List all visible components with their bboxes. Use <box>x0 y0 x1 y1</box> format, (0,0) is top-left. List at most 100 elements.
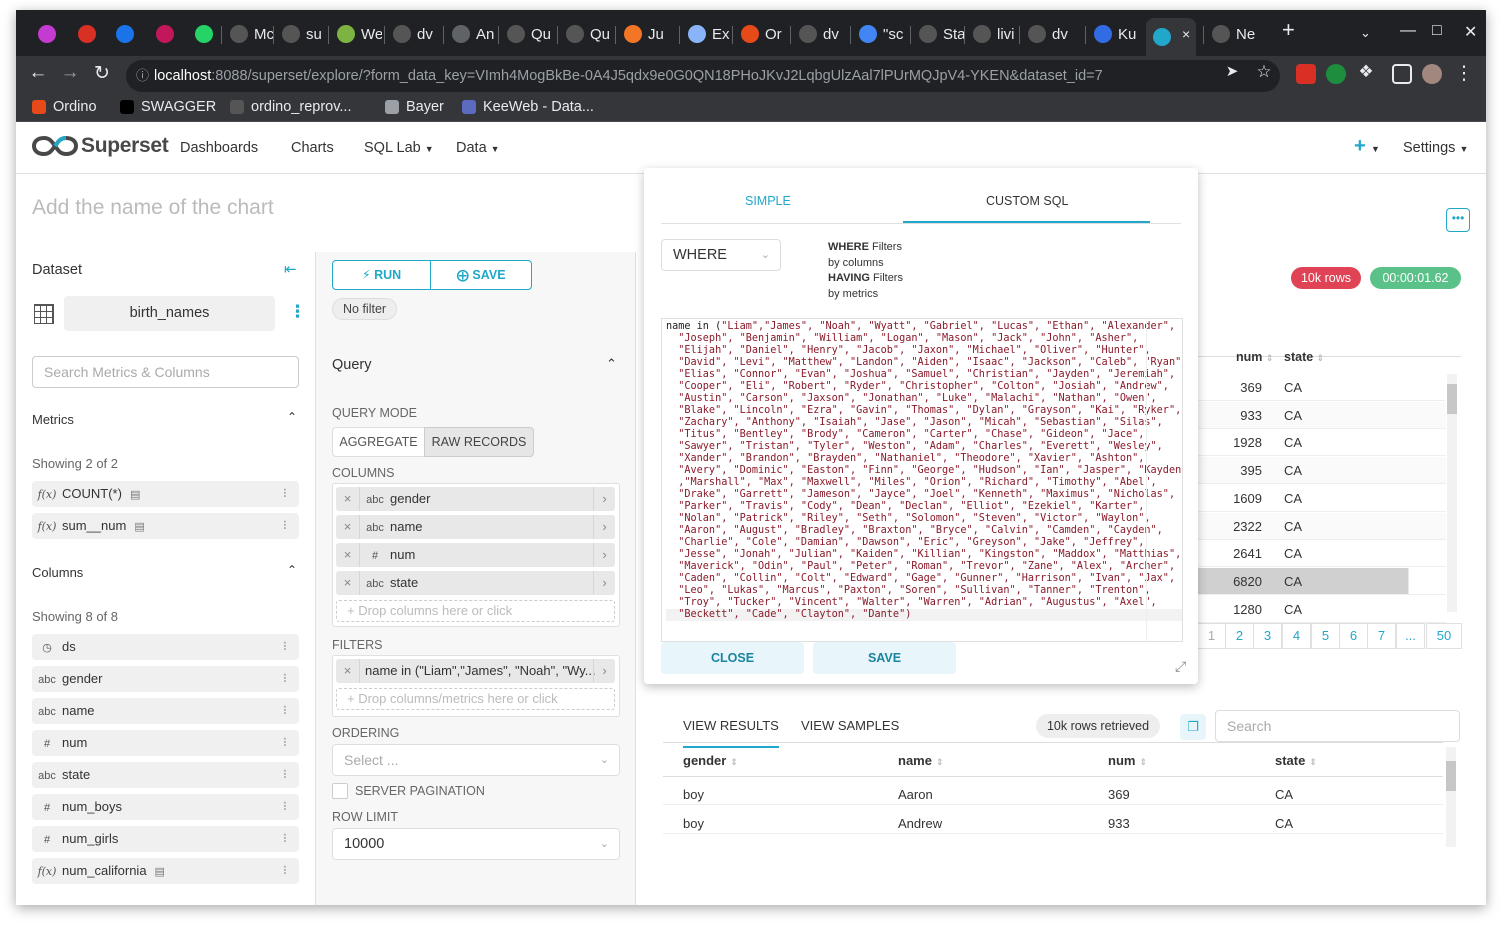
sql-editor[interactable]: name in ("Liam","James", "Noah", "Wyatt"… <box>661 318 1183 642</box>
tab-search-icon[interactable]: ⌄ <box>1360 25 1371 41</box>
browser-tab[interactable]: dv <box>792 19 844 49</box>
selected-column-pill[interactable]: × abc state › <box>336 571 615 595</box>
browser-tab[interactable] <box>31 19 67 49</box>
column-item[interactable]: # num_girls ⠇ <box>32 826 299 852</box>
resize-handle-icon[interactable]: ⤢ <box>1175 658 1186 675</box>
selected-column-pill[interactable]: × abc name › <box>336 515 615 539</box>
close-button[interactable]: CLOSE <box>661 642 804 674</box>
browser-tab[interactable] <box>188 19 224 49</box>
browser-tab[interactable]: Qu <box>559 19 611 49</box>
remove-icon[interactable]: × <box>336 659 360 683</box>
browser-tab[interactable] <box>109 19 145 49</box>
browser-tab[interactable]: "sc <box>852 19 904 49</box>
remove-icon[interactable]: × <box>336 515 360 539</box>
ordering-select[interactable]: Select ... ⌄ <box>332 744 620 776</box>
save-filter-button[interactable]: SAVE <box>813 642 956 674</box>
browser-tab[interactable]: dv <box>386 19 438 49</box>
run-button[interactable]: ⚡ RUN <box>333 261 431 289</box>
bookmark-item[interactable]: Ordino <box>32 99 97 115</box>
results-col-gender[interactable]: gender ⇕ <box>683 753 738 768</box>
browser-tab[interactable]: dv <box>1021 19 1073 49</box>
chart-page-link[interactable]: 7 <box>1367 623 1396 649</box>
server-pagination-checkbox[interactable] <box>332 783 348 799</box>
menu-sql-lab[interactable]: SQL Lab ▼ <box>364 140 434 156</box>
close-window-icon[interactable]: ✕ <box>1464 22 1477 42</box>
selected-column-pill[interactable]: × abc gender › <box>336 487 615 511</box>
drag-handle-icon[interactable]: ⠇ <box>282 666 291 692</box>
column-item[interactable]: # num ⠇ <box>32 730 299 756</box>
bookmark-item[interactable]: Bayer <box>385 99 444 115</box>
bookmark-star-icon[interactable]: ☆ <box>1250 62 1278 82</box>
chart-page-link[interactable]: 1 <box>1197 623 1226 649</box>
browser-tab[interactable]: Ex <box>681 19 733 49</box>
profile-avatar[interactable] <box>1422 64 1442 84</box>
extension-badge-icon[interactable] <box>1296 64 1316 84</box>
results-scrollbar[interactable] <box>1446 747 1456 847</box>
browser-tab[interactable]: Mc <box>223 19 275 49</box>
menu-charts[interactable]: Charts <box>291 140 334 156</box>
scrollbar-thumb[interactable] <box>1447 384 1457 414</box>
chart-page-link[interactable]: 50 <box>1426 623 1462 649</box>
column-item[interactable]: abc gender ⠇ <box>32 666 299 692</box>
browser-menu-icon[interactable]: ⋮ <box>1450 62 1478 85</box>
reload-icon[interactable]: ↻ <box>88 62 116 85</box>
column-item[interactable]: f(x) num_california ▤ ⠇ <box>32 858 299 884</box>
raw-records-mode-button[interactable]: RAW RECORDS <box>424 427 534 457</box>
drag-handle-icon[interactable]: ⠇ <box>282 730 291 756</box>
metrics-section-title[interactable]: Metrics <box>32 412 74 427</box>
send-icon[interactable]: ➤ <box>1218 62 1246 80</box>
back-icon[interactable]: ← <box>24 62 52 84</box>
results-col-name[interactable]: name ⇕ <box>898 753 944 768</box>
drag-handle-icon[interactable]: ⠇ <box>282 826 291 852</box>
dataset-name[interactable]: birth_names <box>64 296 275 331</box>
more-options-button[interactable]: ••• <box>1446 208 1470 232</box>
menu-dashboards[interactable]: Dashboards <box>180 140 258 156</box>
column-item[interactable]: abc state ⠇ <box>32 762 299 788</box>
filter-pill[interactable]: × name in ("Liam","James", "Noah", "Wy...… <box>336 659 615 683</box>
results-col-num[interactable]: num ⇕ <box>1108 753 1147 768</box>
maximize-icon[interactable]: □ <box>1432 22 1442 40</box>
results-col-state[interactable]: state ⇕ <box>1275 753 1317 768</box>
remove-icon[interactable]: × <box>336 543 360 567</box>
chevron-up-icon[interactable]: ⌃ <box>606 356 617 372</box>
tab-view-samples[interactable]: VIEW SAMPLES <box>801 718 899 733</box>
aggregate-mode-button[interactable]: AGGREGATE <box>332 427 425 457</box>
tab-view-results[interactable]: VIEW RESULTS <box>683 718 779 748</box>
address-bar[interactable]: ⓘ localhost:8088/superset/explore/?form_… <box>126 60 1280 92</box>
new-tab-icon[interactable]: + <box>1282 17 1295 43</box>
metric-item[interactable]: f(x) sum__num ▤ ⠇ <box>32 513 299 539</box>
drag-handle-icon[interactable]: ⠇ <box>282 481 291 507</box>
selected-column-pill[interactable]: × # num › <box>336 543 615 567</box>
drop-columns-area[interactable]: + Drop columns here or click <box>336 600 615 622</box>
collapse-icon[interactable]: ⇤ <box>284 260 297 278</box>
remove-icon[interactable]: × <box>336 571 360 595</box>
add-plus-icon[interactable]: + <box>1354 135 1366 158</box>
chart-col-num[interactable]: num ⇕ <box>1236 350 1273 364</box>
chart-page-link[interactable]: 6 <box>1339 623 1368 649</box>
superset-logo[interactable]: Superset <box>32 134 169 158</box>
browser-tab[interactable]: su <box>275 19 327 49</box>
bookmark-item[interactable]: ordino_reprov... <box>230 99 351 115</box>
copy-icon[interactable]: ❐ <box>1180 714 1206 740</box>
caret-down-icon[interactable]: ▼ <box>1371 144 1380 154</box>
bookmark-item[interactable]: KeeWeb - Data... <box>462 99 594 115</box>
browser-tab[interactable] <box>71 19 107 49</box>
tab-custom-sql[interactable]: CUSTOM SQL <box>986 194 1068 208</box>
metric-item[interactable]: f(x) COUNT(*) ▤ ⠇ <box>32 481 299 507</box>
chart-col-state[interactable]: state ⇕ <box>1284 350 1324 364</box>
menu-data[interactable]: Data ▼ <box>456 140 500 156</box>
chart-page-link[interactable]: 5 <box>1311 623 1340 649</box>
drag-handle-icon[interactable]: ⠇ <box>282 698 291 724</box>
scrollbar-thumb[interactable] <box>1446 761 1456 791</box>
close-tab-icon[interactable]: × <box>1182 26 1190 42</box>
browser-tab[interactable]: Ne <box>1205 19 1257 49</box>
row-limit-select[interactable]: 10000 ⌄ <box>332 828 620 860</box>
extensions-puzzle-icon[interactable]: ❖ <box>1352 62 1380 82</box>
drag-handle-icon[interactable]: ⠇ <box>282 858 291 884</box>
extension-circle-icon[interactable] <box>1326 64 1346 84</box>
remove-icon[interactable]: × <box>336 487 360 511</box>
query-section-title[interactable]: Query <box>332 357 372 373</box>
sidepanel-icon[interactable] <box>1392 64 1412 84</box>
chart-page-link[interactable]: ... <box>1396 623 1425 649</box>
minimize-icon[interactable]: — <box>1400 22 1416 40</box>
